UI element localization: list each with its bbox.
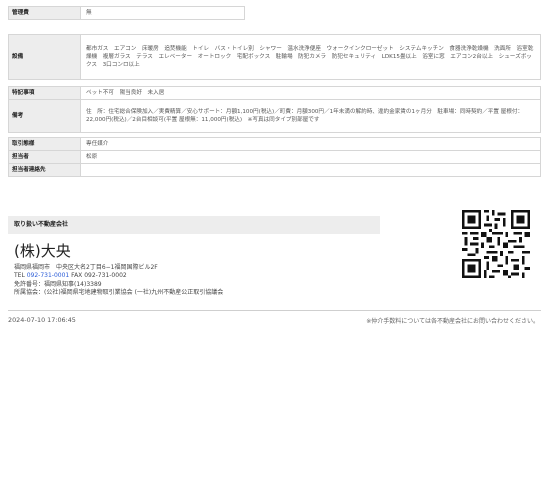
spec-value: 松原 bbox=[80, 150, 541, 164]
spec-row-remarks: 備考 住 所：住宅総合保険加入／実費精算／安心サポート：月額1,100円(税込)… bbox=[8, 99, 541, 133]
agency-association: 所属協会：(公社)福岡県宅地建物取引業協会 (一社)九州不動産公正取引協議会 bbox=[14, 289, 224, 297]
spec-label: 担当者連絡先 bbox=[8, 163, 81, 177]
agency-phone-line: TEL 092-731-0001 FAX 092-731-0002 bbox=[14, 272, 223, 280]
property-spec-table: 管理費 無 設備 都市ガス エアコン 床暖房 追焚機能 トイレ バス・トイレ別 … bbox=[8, 6, 541, 177]
property-detail-page: 管理費 無 設備 都市ガス エアコン 床暖房 追焚機能 トイレ バス・トイレ別 … bbox=[0, 0, 541, 477]
tel-label: TEL bbox=[14, 272, 25, 280]
spec-row-equipment: 設備 都市ガス エアコン 床暖房 追焚機能 トイレ バス・トイレ別 シャワー 温… bbox=[8, 34, 541, 80]
spec-value: 専任媒介 bbox=[80, 137, 541, 151]
agency-license: 免許番号：福岡県知事(14)3389 bbox=[14, 280, 102, 288]
spec-row-staff: 担当者 松原 bbox=[8, 150, 541, 164]
qr-code-icon bbox=[462, 210, 530, 278]
spec-value bbox=[80, 163, 541, 177]
agency-section-header: 取り扱い不動産会社 bbox=[8, 216, 380, 234]
spec-label: 取引態様 bbox=[8, 137, 81, 151]
fax-number: FAX 092-731-0002 bbox=[71, 272, 127, 280]
agency-details: 福岡県福岡市 中央区大名2丁目6−1福岡国際ビル2F TEL 092-731-0… bbox=[14, 264, 223, 298]
spec-label: 設備 bbox=[8, 34, 81, 80]
print-timestamp: 2024-07-10 17:06:45 bbox=[8, 316, 76, 324]
spec-label: 特記事項 bbox=[8, 86, 81, 100]
spec-spacer bbox=[8, 79, 541, 87]
agency-address: 福岡県福岡市 中央区大名2丁目6−1福岡国際ビル2F bbox=[14, 264, 158, 271]
spec-label: 備考 bbox=[8, 99, 81, 133]
spec-row-transaction-type: 取引態様 専任媒介 bbox=[8, 137, 541, 151]
footer-divider bbox=[8, 310, 541, 311]
spec-row-management-fee: 管理費 無 bbox=[8, 6, 541, 20]
spec-label: 管理費 bbox=[8, 6, 81, 20]
spec-value: 無 bbox=[80, 6, 245, 20]
spec-label: 担当者 bbox=[8, 150, 81, 164]
spec-value: 都市ガス エアコン 床暖房 追焚機能 トイレ バス・トイレ別 シャワー 温水洗浄… bbox=[80, 34, 541, 80]
spec-spacer bbox=[8, 19, 541, 35]
spec-row-special-notes: 特記事項 ペット不可 陽当良好 未入居 bbox=[8, 86, 541, 100]
brokerage-fee-note: ※仲介手数料については各不動産会社にお問い合わせください。 bbox=[366, 318, 539, 325]
tel-link[interactable]: 092-731-0001 bbox=[27, 272, 70, 279]
spec-value: 住 所：住宅総合保険加入／実費精算／安心サポート：月額1,100円(税込)／町費… bbox=[80, 99, 541, 133]
spec-value: ペット不可 陽当良好 未入居 bbox=[80, 86, 541, 100]
spec-row-staff-contact: 担当者連絡先 bbox=[8, 163, 541, 177]
agency-name: (株)大央 bbox=[14, 242, 71, 260]
